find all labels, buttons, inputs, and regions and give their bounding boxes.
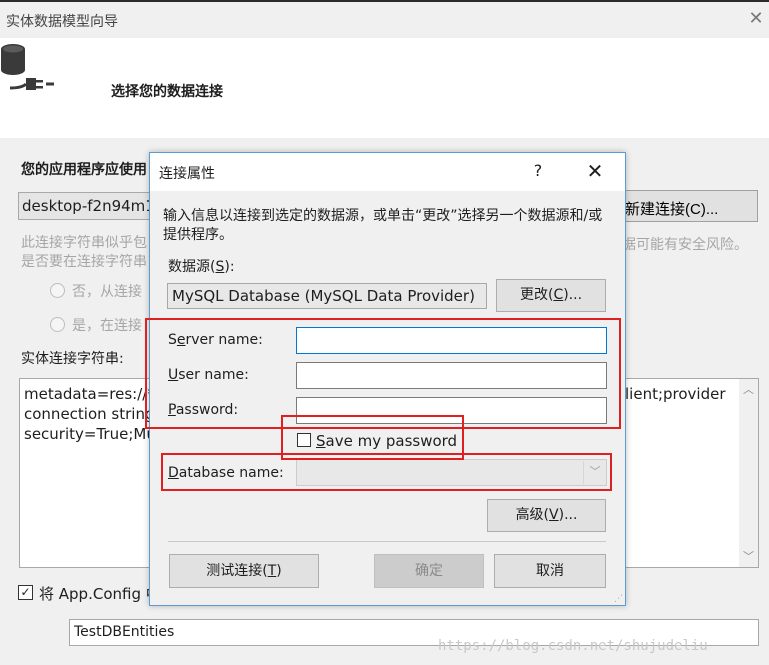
test-key: T xyxy=(267,563,277,579)
security-warning-line-2: 是否要在连接字符串 xyxy=(21,254,147,270)
radio-include-sensitive[interactable] xyxy=(50,317,65,332)
radio-exclude-sensitive[interactable] xyxy=(50,283,65,298)
radio-exclude-sensitive-label: 否，从连接 xyxy=(72,284,142,300)
advanced-post: )... xyxy=(558,507,578,523)
advanced-key: V xyxy=(549,507,559,523)
connection-string-text-tail: lient;provider xyxy=(625,385,726,403)
app-connection-label: 您的应用程序应使用 xyxy=(21,162,147,178)
radio-include-sensitive-label: 是，在连接 xyxy=(72,318,142,334)
new-connection-button[interactable]: 新建连接(C)... xyxy=(624,190,758,222)
wizard-title: 实体数据模型向导 xyxy=(6,14,118,30)
highlight-database-box xyxy=(161,453,612,491)
save-app-config-checkbox[interactable]: ✓ xyxy=(18,585,33,600)
datasource-label-post: ): xyxy=(224,259,235,275)
wizard-close-icon[interactable]: ✕ xyxy=(746,8,766,29)
datasource-value: MySQL Database (MySQL Data Provider) xyxy=(172,287,475,305)
watermark-text: https://blog.csdn.net/shujudeliu xyxy=(438,638,708,654)
scroll-up-icon[interactable]: ︿ xyxy=(739,381,758,397)
textarea-scrollbar[interactable] xyxy=(739,379,758,567)
connection-string-line: security=True;Mu xyxy=(24,425,149,443)
security-warning-line-1: 此连接字符串似乎包 xyxy=(21,235,147,251)
window-top-border xyxy=(0,0,769,2)
test-connection-button[interactable]: 测试连接(T) xyxy=(169,554,319,588)
entity-connection-string-label: 实体连接字符串: xyxy=(21,351,124,367)
highlight-credentials-box xyxy=(145,318,621,429)
change-pre: 更改( xyxy=(519,287,554,303)
security-warning-text-tail: 据可能有安全风险。 xyxy=(622,237,748,253)
wizard-heading: 选择您的数据连接 xyxy=(111,84,223,100)
change-post: )... xyxy=(563,287,583,303)
connection-string-line: connection string xyxy=(24,405,149,423)
resize-grip-icon[interactable]: ⋰ xyxy=(614,594,623,604)
connection-dropdown-value: desktop-f2n94m1 xyxy=(22,197,155,215)
entities-name-value: TestDBEntities xyxy=(74,624,175,640)
help-icon[interactable]: ? xyxy=(528,161,548,180)
dialog-separator xyxy=(168,541,606,542)
datasource-label-pre: 数据源( xyxy=(168,259,216,275)
datasource-label: 数据源(S): xyxy=(168,256,235,276)
test-post: ) xyxy=(276,563,282,579)
dialog-title: 连接属性 xyxy=(159,166,215,182)
connection-string-text: metadata=res://* connection string secur… xyxy=(24,384,149,444)
dialog-description: 输入信息以连接到选定的数据源，或单击“更改”选择另一个数据源和/或提供程序。 xyxy=(163,208,603,243)
advanced-button[interactable]: 高级(V)... xyxy=(487,499,606,532)
test-pre: 测试连接( xyxy=(206,563,268,579)
save-app-config-label: 将 App.Config 中 xyxy=(39,585,161,603)
dialog-titlebar xyxy=(150,153,625,191)
dialog-close-icon[interactable]: ✕ xyxy=(584,159,606,183)
ok-button[interactable]: 确定 xyxy=(374,554,484,588)
connection-string-line: metadata=res://* xyxy=(24,385,149,403)
scroll-down-icon[interactable]: ﹀ xyxy=(739,548,758,564)
security-warning-text: 此连接字符串似乎包 是否要在连接字符串 xyxy=(21,234,151,272)
cancel-button[interactable]: 取消 xyxy=(494,554,606,588)
database-connection-icon xyxy=(1,44,54,90)
change-datasource-button[interactable]: 更改(C)... xyxy=(496,279,606,312)
change-key: C xyxy=(553,287,564,303)
advanced-pre: 高级( xyxy=(515,507,550,523)
